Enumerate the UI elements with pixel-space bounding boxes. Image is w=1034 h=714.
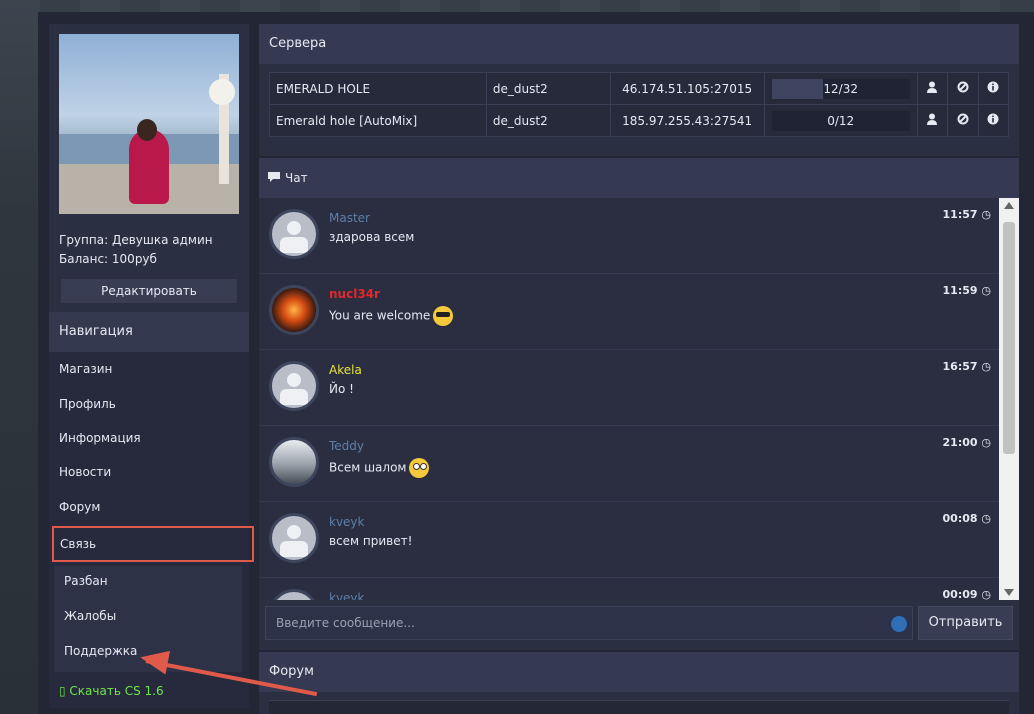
message-text: Йо ! (329, 382, 354, 396)
chat-message: kveyk 00:09 ◷ (259, 578, 999, 600)
chat-bubble-icon (267, 159, 281, 199)
server-row[interactable]: EMERALD HOLE de_dust2 46.174.51.105:2701… (269, 72, 1010, 105)
sunglasses-emoji-icon (433, 306, 454, 326)
avatar[interactable] (269, 361, 319, 411)
info-icon[interactable] (977, 72, 1010, 105)
clock-icon: ◷ (981, 360, 991, 373)
message-author[interactable]: kveyk (329, 591, 364, 600)
message-text: You are welcome (329, 308, 431, 323)
player-icon[interactable] (916, 104, 949, 137)
profile-group: Группа: Девушка админ (59, 233, 213, 247)
server-row[interactable]: Emerald hole [AutoMix] de_dust2 185.97.2… (269, 104, 1010, 137)
ban-icon[interactable] (947, 104, 979, 137)
forum-title: Форум (259, 652, 1019, 692)
players-count: 0/12 (827, 113, 855, 128)
message-text: Всем шалом (329, 460, 407, 475)
server-name: EMERALD HOLE (269, 72, 487, 105)
avatar[interactable] (269, 437, 319, 487)
message-text: здарова всем (329, 230, 415, 244)
forum-panel: Форум (259, 652, 1019, 714)
message-author[interactable]: Teddy (329, 439, 364, 453)
message-time: 16:57 (942, 360, 978, 373)
send-button[interactable]: Отправить (918, 606, 1013, 640)
nav-title: Навигация (49, 312, 249, 352)
forum-content (269, 700, 1009, 714)
chat-message-input[interactable] (265, 606, 913, 640)
message-author[interactable]: Akela (329, 363, 362, 377)
clock-icon: ◷ (981, 436, 991, 449)
nav-item-forum[interactable]: Форум (59, 500, 100, 514)
site-container: Группа: Девушка админ Баланс: 100руб Ред… (38, 12, 1034, 714)
scroll-down-icon[interactable] (1004, 589, 1014, 596)
server-name: Emerald hole [AutoMix] (269, 104, 487, 137)
scroll-up-icon[interactable] (1004, 202, 1014, 209)
chat-header: Чат (259, 158, 1019, 198)
info-icon[interactable] (977, 104, 1010, 137)
clock-icon: ◷ (981, 512, 991, 525)
player-icon[interactable] (916, 72, 949, 105)
chat-message: kveyk всем привет! 00:08 ◷ (259, 502, 999, 578)
players-bar: 12/32 (771, 78, 910, 99)
nav-item-contact[interactable]: Связь (52, 526, 254, 562)
message-time: 11:59 (942, 284, 978, 297)
server-map: de_dust2 (485, 72, 611, 105)
nav-item-shop[interactable]: Магазин (59, 362, 112, 376)
chat-panel: Чат Master здарова всем 11:57 ◷ nucl34r … (259, 158, 1019, 650)
rolling-eyes-emoji-icon (409, 458, 430, 478)
players-bar: 0/12 (771, 110, 910, 131)
chat-message: Akela Йо ! 16:57 ◷ (259, 350, 999, 426)
chat-message: nucl34r You are welcome 11:59 ◷ (259, 274, 999, 350)
message-author[interactable]: Master (329, 211, 370, 225)
scroll-thumb[interactable] (1003, 222, 1015, 454)
clock-icon: ◷ (981, 284, 991, 297)
avatar[interactable] (269, 209, 319, 259)
servers-panel: Сервера EMERALD HOLE de_dust2 46.174.51.… (259, 24, 1019, 156)
edit-profile-button[interactable]: Редактировать (60, 278, 238, 304)
message-author[interactable]: nucl34r (329, 287, 380, 301)
nav-item-news[interactable]: Новости (59, 465, 111, 479)
ban-icon[interactable] (947, 72, 979, 105)
avatar[interactable] (269, 589, 319, 600)
nav-item-profile[interactable]: Профиль (59, 397, 116, 411)
message-text: всем привет! (329, 534, 413, 548)
emoji-picker-icon[interactable] (891, 616, 907, 632)
message-time: 00:09 (942, 588, 978, 600)
profile-card: Группа: Девушка админ Баланс: 100руб Ред… (49, 24, 249, 314)
clock-icon: ◷ (981, 588, 991, 600)
avatar[interactable] (269, 285, 319, 335)
server-map: de_dust2 (485, 104, 611, 137)
submenu-complaints[interactable]: Жалобы (64, 609, 116, 623)
servers-title: Сервера (259, 24, 1019, 64)
players-count: 12/32 (823, 81, 858, 96)
nav-item-info[interactable]: Информация (59, 431, 141, 445)
chat-message: Teddy Всем шалом 21:00 ◷ (259, 426, 999, 502)
profile-photo (59, 34, 239, 214)
servers-table: EMERALD HOLE de_dust2 46.174.51.105:2701… (269, 72, 1010, 137)
message-time: 11:57 (942, 208, 978, 221)
avatar[interactable] (269, 513, 319, 563)
server-address: 185.97.255.43:27541 (609, 104, 765, 137)
submenu-unban[interactable]: Разбан (64, 574, 108, 588)
download-cs-link[interactable]: ▯ Скачать CS 1.6 (59, 684, 164, 698)
annotation-arrow-head-icon (137, 645, 171, 675)
message-time: 21:00 (942, 436, 978, 449)
profile-balance: Баланс: 100руб (59, 252, 157, 266)
chat-messages[interactable]: Master здарова всем 11:57 ◷ nucl34r You … (259, 198, 999, 600)
chat-message: Master здарова всем 11:57 ◷ (259, 198, 999, 274)
server-address: 46.174.51.105:27015 (609, 72, 765, 105)
chat-scrollbar[interactable] (999, 198, 1019, 600)
submenu-support[interactable]: Поддержка (64, 644, 137, 658)
message-author[interactable]: kveyk (329, 515, 364, 529)
message-time: 00:08 (942, 512, 978, 525)
clock-icon: ◷ (981, 208, 991, 221)
chat-title: Чат (285, 171, 308, 185)
